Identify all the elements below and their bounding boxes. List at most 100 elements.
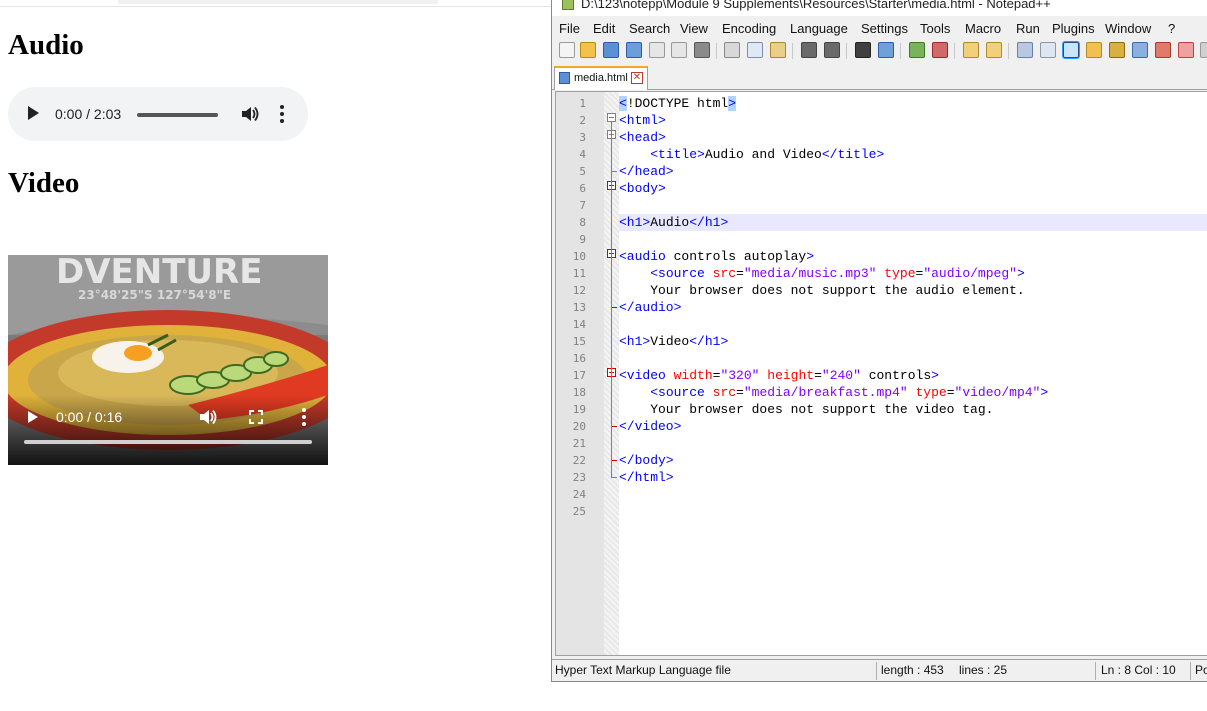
menu-macro[interactable]: Macro bbox=[965, 21, 1001, 36]
code-editor[interactable]: 1 <!DOCTYPE html> 2 <html> 3 <head> 4 <title>A… bbox=[555, 91, 1207, 656]
volume-icon[interactable] bbox=[198, 408, 218, 426]
tab-close-icon[interactable]: ✕ bbox=[631, 72, 643, 84]
play-icon[interactable] bbox=[28, 106, 39, 120]
code-line: 24 bbox=[556, 486, 1207, 503]
menu-file[interactable]: File bbox=[559, 21, 580, 36]
code-text[interactable]: </body> bbox=[619, 453, 674, 468]
new-file-icon[interactable] bbox=[559, 42, 575, 58]
poster-text: DVENTURE bbox=[56, 255, 262, 292]
cut-icon[interactable] bbox=[724, 42, 740, 58]
code-text[interactable]: <head> bbox=[619, 130, 666, 145]
audio-player[interactable]: 0:00 / 2:03 bbox=[8, 87, 308, 141]
menu-window[interactable]: Window bbox=[1105, 21, 1151, 36]
line-number: 19 bbox=[572, 403, 586, 416]
show-all-characters-icon[interactable] bbox=[1040, 42, 1056, 58]
line-number: 1 bbox=[579, 97, 586, 110]
window-title: D:\123\notepp\Module 9 Supplements\Resou… bbox=[581, 0, 1051, 11]
menu-run[interactable]: Run bbox=[1016, 21, 1040, 36]
undo-icon[interactable] bbox=[801, 42, 817, 58]
more-options-icon[interactable] bbox=[300, 407, 308, 427]
code-text[interactable]: <title>Audio and Video</title> bbox=[619, 147, 884, 162]
more-options-icon[interactable] bbox=[278, 104, 286, 124]
code-text[interactable]: </head> bbox=[619, 164, 674, 179]
document-map-icon[interactable] bbox=[1109, 42, 1125, 58]
code-line: 15 <h1>Video</h1> bbox=[556, 333, 1207, 350]
line-number: 5 bbox=[579, 165, 586, 178]
video-player[interactable]: DVENTURE 23°48'25"S 127°54'8"E 0:00 / 0:… bbox=[8, 255, 328, 465]
code-line: 10 <audio controls autoplay> bbox=[556, 248, 1207, 265]
replace-icon[interactable] bbox=[878, 42, 894, 58]
code-text[interactable]: <audio controls autoplay> bbox=[619, 249, 814, 264]
code-text[interactable]: </html> bbox=[619, 470, 674, 485]
code-text[interactable]: <video width="320" height="240" controls… bbox=[619, 368, 939, 383]
close-all-icon[interactable] bbox=[671, 42, 687, 58]
word-wrap-icon[interactable] bbox=[1017, 42, 1033, 58]
line-number: 12 bbox=[572, 284, 586, 297]
code-text[interactable]: <body> bbox=[619, 181, 666, 196]
code-text[interactable]: </audio> bbox=[619, 300, 681, 315]
menu-plugins[interactable]: Plugins bbox=[1052, 21, 1095, 36]
menu-language[interactable]: Language bbox=[790, 21, 848, 36]
open-file-icon[interactable] bbox=[580, 42, 596, 58]
code-text[interactable]: Your browser does not support the audio … bbox=[619, 283, 1024, 298]
saved-file-icon bbox=[559, 72, 570, 84]
code-text[interactable]: <html> bbox=[619, 113, 666, 128]
save-icon[interactable] bbox=[603, 42, 619, 58]
line-number: 17 bbox=[572, 369, 586, 382]
line-number: 7 bbox=[579, 199, 586, 212]
toolbar-separator bbox=[1008, 43, 1009, 59]
folder-workspace-icon[interactable] bbox=[1178, 42, 1194, 58]
code-line: 8 <h1>Audio</h1> bbox=[556, 214, 1207, 231]
monitoring-icon[interactable] bbox=[1200, 42, 1207, 58]
menu-search[interactable]: Search bbox=[629, 21, 670, 36]
save-all-icon[interactable] bbox=[626, 42, 642, 58]
code-text[interactable]: Your browser does not support the video … bbox=[619, 402, 993, 417]
redo-icon[interactable] bbox=[824, 42, 840, 58]
volume-icon[interactable] bbox=[240, 105, 260, 123]
paste-icon[interactable] bbox=[770, 42, 786, 58]
zoom-out-icon[interactable] bbox=[932, 42, 948, 58]
status-lines: lines : 25 bbox=[959, 663, 1008, 677]
menu-encoding[interactable]: Encoding bbox=[722, 21, 776, 36]
code-line: 18 <source src="media/breakfast.mp4" typ… bbox=[556, 384, 1207, 401]
play-icon[interactable] bbox=[28, 411, 38, 423]
code-text[interactable]: <h1>Audio</h1> bbox=[619, 215, 728, 230]
menu-edit[interactable]: Edit bbox=[593, 21, 615, 36]
fullscreen-icon[interactable] bbox=[249, 410, 263, 424]
close-icon[interactable] bbox=[649, 42, 665, 58]
code-text[interactable]: <source src="media/music.mp3" type="audi… bbox=[619, 266, 1025, 281]
code-text[interactable]: <h1>Video</h1> bbox=[619, 334, 728, 349]
audio-progress-track[interactable] bbox=[137, 113, 218, 117]
indent-guide-icon[interactable] bbox=[1062, 41, 1080, 59]
sync-vertical-icon[interactable] bbox=[963, 42, 979, 58]
audio-time: 0:00 / 2:03 bbox=[55, 106, 122, 122]
menu-view[interactable]: View bbox=[680, 21, 708, 36]
code-line: 9 bbox=[556, 231, 1207, 248]
notepadpp-icon bbox=[562, 0, 574, 10]
code-line: 2 <html> bbox=[556, 112, 1207, 129]
code-text[interactable]: <source src="media/breakfast.mp4" type="… bbox=[619, 385, 1048, 400]
function-list-icon[interactable] bbox=[1155, 42, 1171, 58]
code-line: 25 bbox=[556, 503, 1207, 520]
code-line: 17 <video width="320" height="240" contro… bbox=[556, 367, 1207, 384]
tab-media-html[interactable]: media.html ✕ bbox=[554, 66, 648, 90]
menu-tools[interactable]: Tools bbox=[920, 21, 950, 36]
code-line: 3 <head> bbox=[556, 129, 1207, 146]
print-icon[interactable] bbox=[694, 42, 710, 58]
code-text[interactable]: <!DOCTYPE html> bbox=[619, 96, 737, 111]
copy-icon[interactable] bbox=[747, 42, 763, 58]
document-list-icon[interactable] bbox=[1132, 42, 1148, 58]
menu-help[interactable]: ? bbox=[1168, 21, 1175, 36]
user-language-icon[interactable] bbox=[1086, 42, 1102, 58]
menu-settings[interactable]: Settings bbox=[861, 21, 908, 36]
line-number: 23 bbox=[572, 471, 586, 484]
code-text[interactable]: </video> bbox=[619, 419, 681, 434]
zoom-in-icon[interactable] bbox=[909, 42, 925, 58]
line-number: 3 bbox=[579, 131, 586, 144]
video-progress-track[interactable] bbox=[24, 440, 312, 444]
code-line: 19 Your browser does not support the vid… bbox=[556, 401, 1207, 418]
sync-horizontal-icon[interactable] bbox=[986, 42, 1002, 58]
line-number: 6 bbox=[579, 182, 586, 195]
code-line: 13 </audio> bbox=[556, 299, 1207, 316]
find-icon[interactable] bbox=[855, 42, 871, 58]
